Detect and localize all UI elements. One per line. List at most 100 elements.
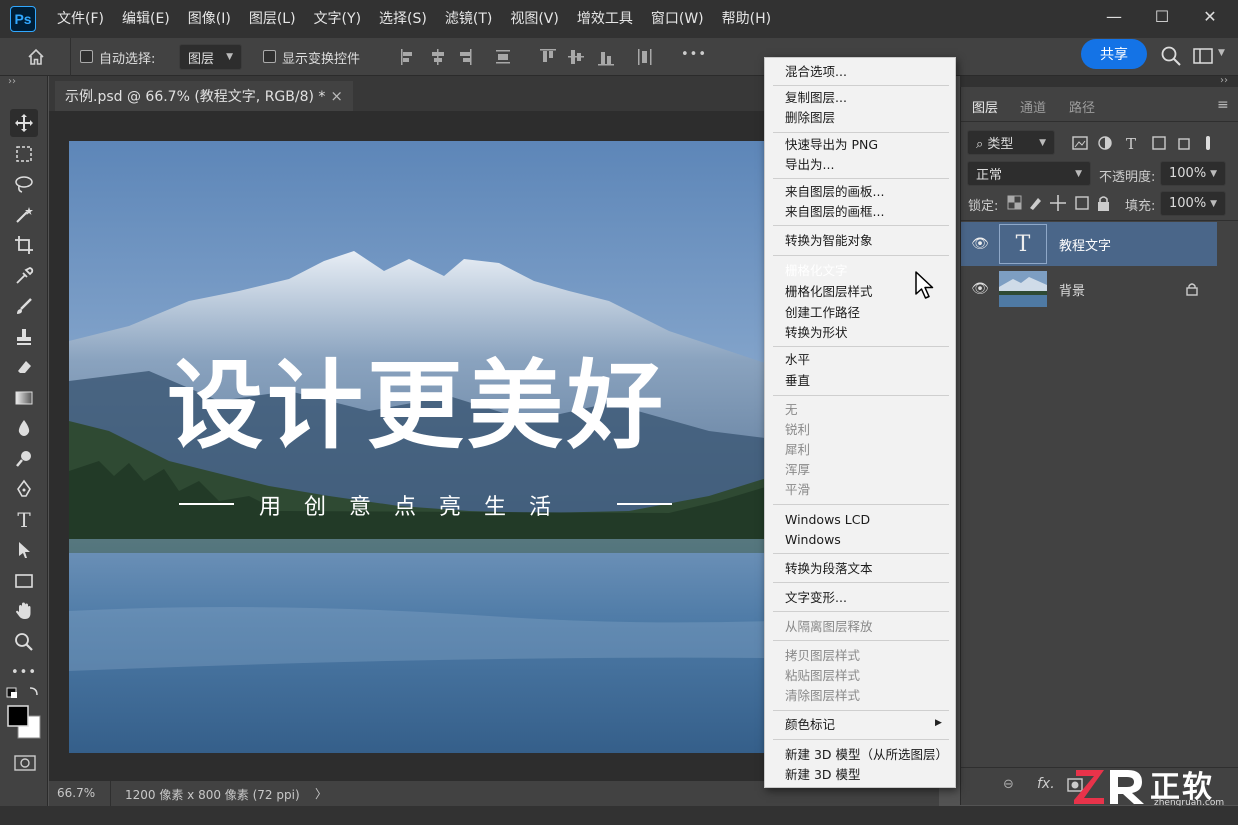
minimize-button[interactable]: — xyxy=(1090,0,1138,32)
quick-mask-icon[interactable] xyxy=(14,754,36,772)
menu-file[interactable]: 文件(F) xyxy=(48,0,113,38)
visibility-eye-icon[interactable]: 👁 xyxy=(961,281,999,297)
auto-select-target-dropdown[interactable]: 图层 ▼ xyxy=(179,44,242,70)
fill-field[interactable]: 100% ▼ xyxy=(1160,191,1226,216)
menu-copy-layer-style[interactable]: 拷贝图层样式 xyxy=(785,647,860,665)
menu-filter[interactable]: 滤镜(T) xyxy=(436,0,501,38)
menu-convert-paragraph[interactable]: 转换为段落文本 xyxy=(785,560,873,578)
gradient-tool-icon[interactable] xyxy=(10,384,38,412)
menu-plugins[interactable]: 增效工具 xyxy=(568,0,642,38)
home-icon[interactable] xyxy=(26,47,46,67)
menu-window[interactable]: 窗口(W) xyxy=(642,0,713,38)
layer-filter-dropdown[interactable]: ⌕ 类型 ▼ xyxy=(967,130,1055,155)
menu-view[interactable]: 视图(V) xyxy=(501,0,568,38)
menu-horizontal[interactable]: 水平 xyxy=(785,351,810,369)
opacity-field[interactable]: 100% ▼ xyxy=(1160,161,1226,186)
auto-select-checkbox[interactable] xyxy=(80,50,93,63)
type-tool-icon[interactable]: T xyxy=(10,506,38,534)
menu-frame-from-layers[interactable]: 来自图层的画框... xyxy=(785,203,884,221)
menu-windows[interactable]: Windows xyxy=(785,531,841,549)
layer-row-text[interactable]: 👁 T 教程文字 xyxy=(961,222,1217,266)
menu-aa-none[interactable]: 无 xyxy=(785,401,798,419)
menu-new-3d-model[interactable]: 新建 3D 模型 xyxy=(785,766,861,784)
menu-delete-layer[interactable]: 删除图层 xyxy=(785,109,835,127)
lasso-tool-icon[interactable] xyxy=(10,170,38,198)
menu-aa-smooth[interactable]: 平滑 xyxy=(785,481,810,499)
pen-tool-icon[interactable] xyxy=(10,475,38,503)
path-select-tool-icon[interactable] xyxy=(10,536,38,564)
maximize-button[interactable]: ☐ xyxy=(1138,0,1186,32)
layer-filter-icons[interactable]: T xyxy=(1071,134,1211,152)
tab-channels[interactable]: 通道 xyxy=(1020,97,1046,116)
fx-icon[interactable]: fx. xyxy=(1037,776,1055,792)
edit-toolbar-icon[interactable]: ••• xyxy=(10,658,38,686)
menu-create-work-path[interactable]: 创建工作路径 xyxy=(785,304,860,322)
stamp-tool-icon[interactable] xyxy=(10,323,38,351)
menu-new-3d-from-selected[interactable]: 新建 3D 模型（从所选图层） xyxy=(785,746,948,764)
share-button[interactable]: 共享 xyxy=(1081,39,1147,69)
menu-clear-layer-style[interactable]: 清除图层样式 xyxy=(785,687,860,705)
menu-release-isolation[interactable]: 从隔离图层释放 xyxy=(785,618,873,636)
blend-mode-dropdown[interactable]: 正常 ▼ xyxy=(967,161,1091,186)
eraser-tool-icon[interactable] xyxy=(10,353,38,381)
blur-tool-icon[interactable] xyxy=(10,414,38,442)
menu-layer[interactable]: 图层(L) xyxy=(240,0,305,38)
menu-image[interactable]: 图像(I) xyxy=(179,0,240,38)
menu-convert-smart-object[interactable]: 转换为智能对象 xyxy=(785,232,873,250)
move-tool-icon[interactable] xyxy=(10,109,38,137)
subline-text[interactable]: 用 创 意 点 亮 生 活 xyxy=(259,489,559,521)
visibility-eye-icon[interactable]: 👁 xyxy=(961,236,999,252)
menu-type[interactable]: 文字(Y) xyxy=(305,0,370,38)
workspace-chevron-icon[interactable]: ▼ xyxy=(1218,48,1225,58)
crop-tool-icon[interactable] xyxy=(10,231,38,259)
layer-row-background[interactable]: 👁 背景 xyxy=(961,267,1217,311)
menu-select[interactable]: 选择(S) xyxy=(370,0,436,38)
menu-aa-sharp[interactable]: 锐利 xyxy=(785,421,810,439)
workspace-icon[interactable] xyxy=(1193,47,1213,65)
status-menu-arrow-icon[interactable]: 〉 xyxy=(315,785,327,802)
marquee-tool-icon[interactable] xyxy=(10,140,38,168)
layer-name[interactable]: 教程文字 xyxy=(1059,235,1111,254)
close-button[interactable]: ✕ xyxy=(1186,0,1234,32)
menu-duplicate-layer[interactable]: 复制图层... xyxy=(785,89,847,107)
menu-rasterize-layer-style[interactable]: 栅格化图层样式 xyxy=(785,283,873,301)
headline-text[interactable]: 设计更美好 xyxy=(167,346,667,466)
menu-help[interactable]: 帮助(H) xyxy=(713,0,780,38)
menu-edit[interactable]: 编辑(E) xyxy=(113,0,179,38)
menu-rasterize-type[interactable]: 栅格化文字 xyxy=(785,262,848,280)
close-tab-icon[interactable]: × xyxy=(330,87,343,105)
more-options-icon[interactable]: ••• xyxy=(681,47,707,62)
dodge-tool-icon[interactable] xyxy=(10,445,38,473)
show-transform-checkbox[interactable] xyxy=(263,50,276,63)
eyedropper-tool-icon[interactable] xyxy=(10,262,38,290)
menu-blend-options[interactable]: 混合选项... xyxy=(785,63,847,81)
magic-wand-tool-icon[interactable] xyxy=(10,201,38,229)
menu-artboard-from-layers[interactable]: 来自图层的画板... xyxy=(785,183,884,201)
link-layers-icon[interactable]: ⊖ xyxy=(1003,777,1014,792)
menu-vertical[interactable]: 垂直 xyxy=(785,372,810,390)
zoom-tool-icon[interactable] xyxy=(10,628,38,656)
menu-export-as[interactable]: 导出为... xyxy=(785,156,834,174)
rectangle-tool-icon[interactable] xyxy=(10,567,38,595)
menu-windows-lcd[interactable]: Windows LCD xyxy=(785,511,870,529)
zoom-level[interactable]: 66.7% xyxy=(57,786,95,800)
menu-convert-to-shape[interactable]: 转换为形状 xyxy=(785,324,848,342)
tab-paths[interactable]: 路径 xyxy=(1069,97,1095,116)
menu-paste-layer-style[interactable]: 粘贴图层样式 xyxy=(785,667,860,685)
lock-icons[interactable] xyxy=(1006,194,1114,212)
menu-warp-text[interactable]: 文字变形... xyxy=(785,589,847,607)
document-tab[interactable]: 示例.psd @ 66.7% (教程文字, RGB/8) * × xyxy=(55,81,353,111)
search-icon[interactable] xyxy=(1160,45,1182,67)
menu-aa-crisp[interactable]: 犀利 xyxy=(785,441,810,459)
menu-aa-strong[interactable]: 浑厚 xyxy=(785,461,810,479)
layer-name[interactable]: 背景 xyxy=(1059,280,1085,299)
collapse-panels-icon[interactable]: ›› xyxy=(1220,75,1228,86)
tab-layers[interactable]: 图层 xyxy=(972,97,998,116)
color-swatches[interactable] xyxy=(6,686,42,744)
menu-quick-export-png[interactable]: 快速导出为 PNG xyxy=(785,136,878,154)
hand-tool-icon[interactable] xyxy=(10,597,38,625)
menu-color-label[interactable]: 颜色标记 xyxy=(785,716,835,734)
collapse-toolbar-icon[interactable]: ›› xyxy=(8,76,16,87)
brush-tool-icon[interactable] xyxy=(10,292,38,320)
panel-menu-icon[interactable]: ≡ xyxy=(1217,97,1229,113)
